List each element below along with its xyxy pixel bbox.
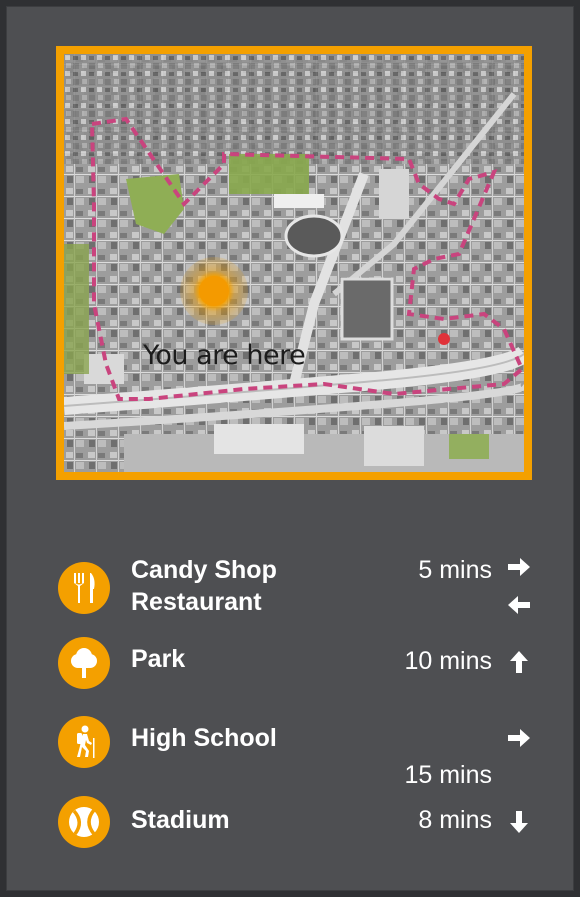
ball-icon xyxy=(58,796,110,848)
hiker-icon xyxy=(58,716,110,768)
destination-name: Stadium xyxy=(131,806,230,834)
arrow-right-icon xyxy=(508,729,530,747)
you-are-here-label: You are here xyxy=(143,340,306,371)
arrow-up-icon xyxy=(510,651,528,673)
destination-name: Park xyxy=(131,645,186,673)
arrow-right-icon xyxy=(508,558,530,576)
travel-time: 15 mins xyxy=(404,761,492,789)
travel-time: 10 mins xyxy=(404,647,492,675)
map-frame: You are here xyxy=(56,46,532,480)
travel-time: 5 mins xyxy=(418,556,492,584)
utensils-icon xyxy=(58,562,110,614)
aerial-map-image xyxy=(64,54,524,472)
destination-name-line2: Restaurant xyxy=(131,588,262,616)
arrow-down-icon xyxy=(510,811,528,833)
destination-name: High School xyxy=(131,724,277,752)
travel-time: 8 mins xyxy=(418,806,492,834)
tree-icon xyxy=(58,637,110,689)
arrow-left-icon xyxy=(508,596,530,614)
destination-name: Candy Shop xyxy=(131,556,277,584)
area-map[interactable]: You are here xyxy=(64,54,524,472)
